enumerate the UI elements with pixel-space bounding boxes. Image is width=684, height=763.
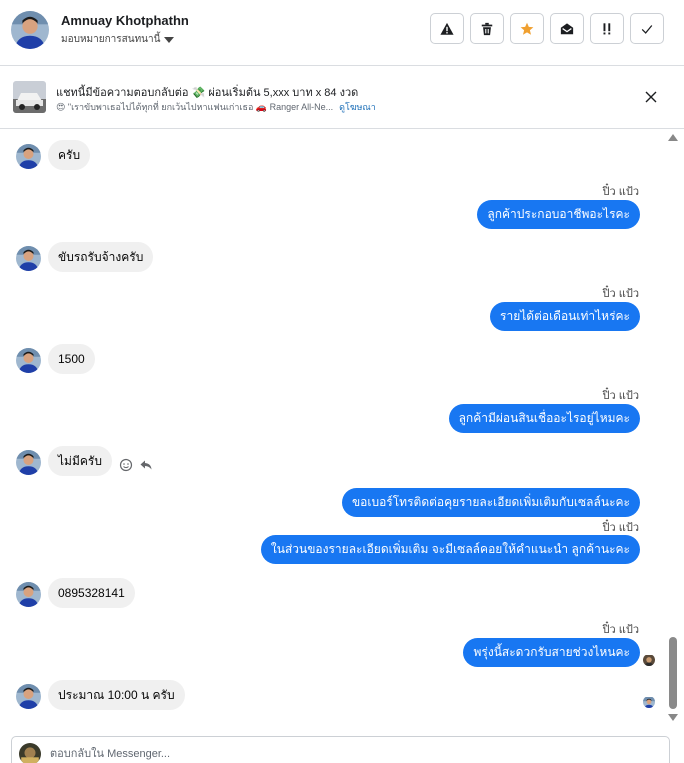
view-ad-link[interactable]: ดูโฆษณา — [339, 102, 376, 112]
contact-avatar-small[interactable] — [16, 684, 41, 709]
ad-thumbnail[interactable] — [13, 81, 46, 113]
page-avatar — [19, 743, 41, 763]
trash-icon — [481, 22, 493, 35]
sender-name: ปิ๋ว แป้ว — [602, 186, 639, 198]
message-thread[interactable]: ครับ ปิ๋ว แป้ว ลูกค้าประกอบอาชีพอะไรคะ ข… — [0, 130, 666, 728]
star-icon — [520, 22, 534, 35]
sender-name: ปิ๋ว แป้ว — [602, 522, 639, 534]
contact-avatar-small[interactable] — [16, 246, 41, 271]
message-composer — [11, 736, 670, 763]
incoming-message[interactable]: ไม่มีครับ — [48, 446, 112, 476]
contact-avatar[interactable] — [11, 11, 49, 49]
sender-name: ปิ๋ว แป้ว — [602, 288, 639, 300]
ad-context-banner: แชทนี้มีข้อความตอบกลับต่อ 💸 ผ่อนเริ่มต้น… — [0, 67, 684, 129]
seen-avatar — [643, 654, 655, 666]
incoming-message[interactable]: ประมาณ 10:00 น ครับ — [48, 680, 185, 710]
reply-input[interactable] — [50, 745, 650, 763]
seen-avatar — [643, 696, 655, 708]
incoming-message[interactable]: 1500 — [48, 344, 95, 374]
scroll-up-arrow-icon[interactable] — [668, 134, 678, 141]
contact-avatar-small[interactable] — [16, 144, 41, 169]
incoming-message[interactable]: 0895328141 — [48, 578, 135, 608]
sender-name: ปิ๋ว แป้ว — [602, 390, 639, 402]
mark-unread-button[interactable] — [550, 13, 584, 44]
ad-description: 😍 "เราขับพาเธอไปได้ทุกที่ ยกเว้นไปหาแฟนเ… — [56, 102, 334, 112]
contact-name[interactable]: Amnuay Khotphathn — [61, 13, 189, 28]
check-icon — [641, 24, 653, 34]
outgoing-message[interactable]: ขอเบอร์โทรติดต่อคุยรายละเอียดเพิ่มเติมกั… — [341, 488, 640, 517]
contact-avatar-small[interactable] — [16, 582, 41, 607]
outgoing-message[interactable]: ลูกค้าประกอบอาชีพอะไรคะ — [477, 200, 640, 229]
sender-name: ปิ๋ว แป้ว — [602, 624, 639, 636]
incoming-message[interactable]: ขับรถรับจ้างครับ — [48, 242, 154, 272]
outgoing-message[interactable]: รายได้ต่อเดือนเท่าไหร่คะ — [490, 302, 640, 331]
assign-conversation-dropdown[interactable]: มอบหมายการสนทนานี้ — [61, 32, 175, 47]
contact-avatar-small[interactable] — [16, 348, 41, 373]
contact-avatar-small[interactable] — [16, 450, 41, 475]
ad-subtitle: 😍 "เราขับพาเธอไปได้ทุกที่ ยกเว้นไปหาแฟนเ… — [56, 100, 376, 114]
scroll-down-arrow-icon[interactable] — [668, 714, 678, 721]
scrollbar-thumb[interactable] — [669, 637, 677, 709]
mark-done-button[interactable] — [630, 13, 664, 44]
close-icon[interactable] — [643, 89, 659, 105]
delete-button[interactable] — [470, 13, 504, 44]
outgoing-message[interactable]: พรุ่งนี้สะดวกรับสายช่วงไหนคะ — [463, 638, 640, 667]
incoming-message[interactable]: ครับ — [48, 140, 91, 170]
follow-up-icon — [603, 22, 611, 34]
outgoing-message[interactable]: ลูกค้ามีผ่อนสินเชื่ออะไรอยู่ไหมคะ — [448, 404, 640, 433]
conversation-toolbar — [430, 13, 664, 44]
report-spam-button[interactable] — [430, 13, 464, 44]
caret-down-icon — [164, 36, 175, 43]
conversation-header: Amnuay Khotphathn มอบหมายการสนทนานี้ — [0, 0, 684, 66]
star-button[interactable] — [510, 13, 544, 44]
follow-up-button[interactable] — [590, 13, 624, 44]
outgoing-message[interactable]: ในส่วนของรายละเอียดเพิ่มเติม จะมีเซลล์คอ… — [260, 535, 640, 564]
envelope-open-icon — [560, 22, 574, 34]
assign-label: มอบหมายการสนทนานี้ — [61, 34, 161, 45]
react-emoji-icon[interactable] — [119, 458, 133, 472]
ad-title: แชทนี้มีข้อความตอบกลับต่อ 💸 ผ่อนเริ่มต้น… — [56, 87, 359, 99]
warning-icon — [440, 22, 454, 35]
reply-icon[interactable] — [139, 458, 153, 472]
